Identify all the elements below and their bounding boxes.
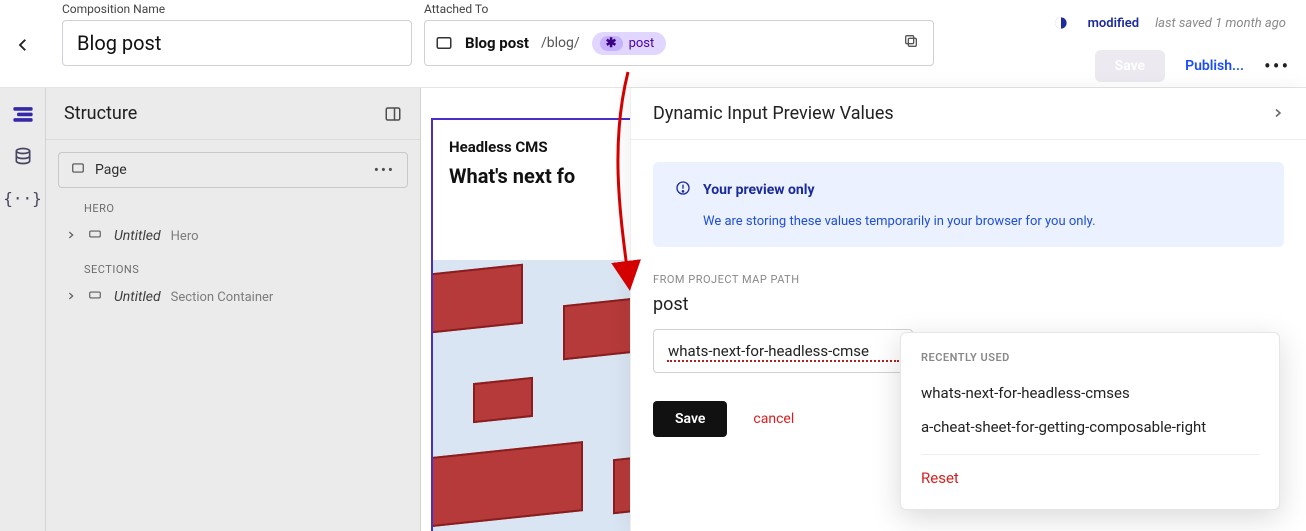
publish-button[interactable]: Publish... bbox=[1185, 58, 1244, 74]
panel-save-button[interactable]: Save bbox=[653, 401, 727, 437]
panel-title: Dynamic Input Preview Values bbox=[653, 103, 894, 124]
top-actions: Save Publish... ••• bbox=[1095, 46, 1286, 86]
top-bar: Composition Name Attached To Blog post /… bbox=[0, 0, 1306, 88]
page-icon bbox=[435, 34, 453, 52]
field-label: FROM PROJECT MAP PATH bbox=[653, 273, 1284, 286]
preview-image-stub bbox=[433, 260, 634, 531]
info-icon bbox=[675, 180, 691, 200]
preview-frame: Headless CMS What's next fo bbox=[431, 118, 636, 531]
more-menu-button[interactable]: ••• bbox=[1264, 56, 1286, 77]
slug-input[interactable] bbox=[653, 329, 913, 373]
info-banner: Your preview only We are storing these v… bbox=[653, 162, 1284, 247]
recent-item[interactable]: a-cheat-sheet-for-getting-composable-rig… bbox=[921, 410, 1259, 444]
last-saved-label: last saved 1 month ago bbox=[1155, 16, 1286, 31]
save-button[interactable]: Save bbox=[1095, 50, 1165, 82]
attached-to-field[interactable]: Blog post /blog/ ✱ post bbox=[424, 20, 934, 66]
composition-name-label: Composition Name bbox=[62, 2, 165, 16]
dim-overlay bbox=[0, 88, 421, 531]
reset-button[interactable]: Reset bbox=[921, 465, 1259, 491]
attached-path: /blog/ bbox=[541, 35, 580, 51]
recent-item[interactable]: whats-next-for-headless-cmses bbox=[921, 376, 1259, 410]
attached-name: Blog post bbox=[465, 34, 529, 52]
modified-label: modified bbox=[1088, 16, 1139, 31]
status-area: modified last saved 1 month ago bbox=[1054, 0, 1286, 46]
post-name: post bbox=[653, 294, 1284, 315]
panel-header: Dynamic Input Preview Values bbox=[631, 88, 1306, 140]
recently-used-popover: RECENTLY USED whats-next-for-headless-cm… bbox=[900, 332, 1280, 510]
panel-cancel-button[interactable]: cancel bbox=[753, 411, 794, 427]
preview-category: Headless CMS bbox=[449, 138, 618, 156]
asterisk-icon: ✱ bbox=[600, 36, 623, 51]
back-button[interactable] bbox=[14, 36, 32, 54]
preview-title: What's next fo bbox=[449, 166, 618, 187]
attached-to-label: Attached To bbox=[424, 2, 488, 16]
info-body: We are storing these values temporarily … bbox=[703, 214, 1262, 229]
chevron-right-icon[interactable] bbox=[1272, 103, 1284, 124]
modified-icon bbox=[1054, 16, 1068, 30]
info-heading: Your preview only bbox=[703, 182, 815, 198]
copy-icon[interactable] bbox=[903, 33, 923, 53]
chip-label: post bbox=[629, 36, 655, 51]
composition-name-input[interactable] bbox=[62, 20, 412, 66]
popover-label: RECENTLY USED bbox=[921, 351, 1259, 364]
dynamic-segment-chip[interactable]: ✱ post bbox=[592, 32, 667, 55]
